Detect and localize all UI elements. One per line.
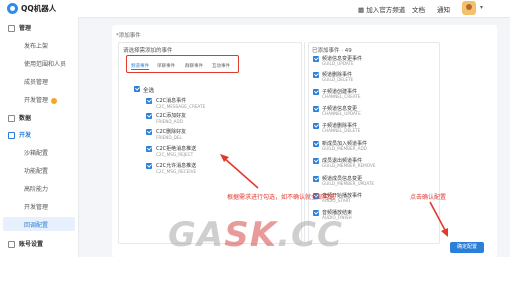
bottom-band — [0, 257, 510, 281]
annotation-arrow-right — [429, 201, 447, 233]
confirm-config-button[interactable]: 确定配置 — [450, 242, 484, 253]
annotation-arrow-left — [223, 157, 259, 189]
watermark-logo: GASK.CC — [168, 215, 343, 255]
